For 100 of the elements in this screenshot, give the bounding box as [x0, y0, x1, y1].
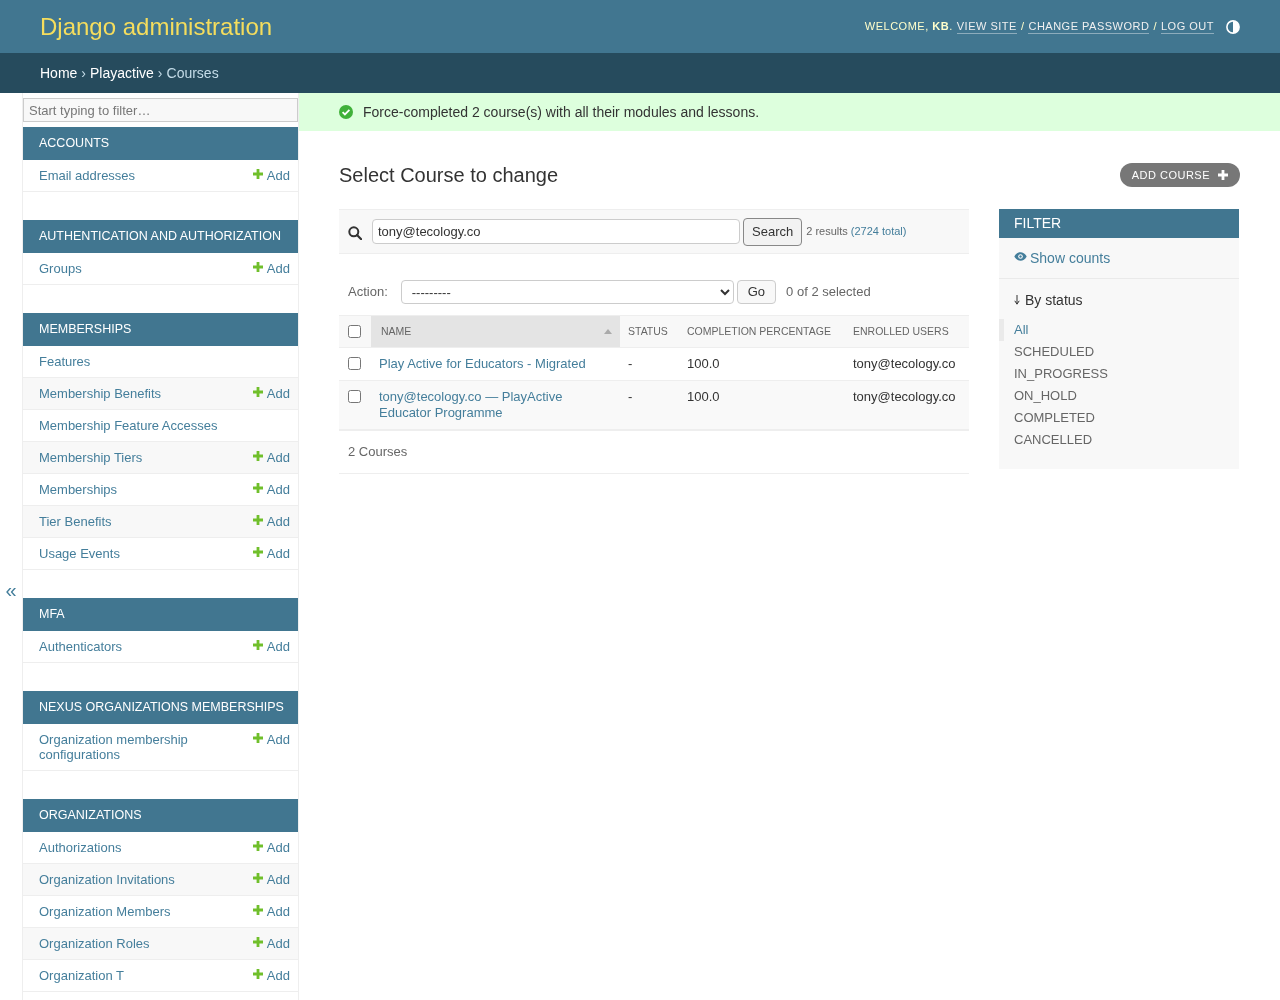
select-all-checkbox[interactable] — [348, 325, 361, 338]
action-select[interactable]: --------- — [400, 280, 734, 304]
row-checkbox[interactable] — [348, 390, 361, 403]
column-header[interactable]: NAME — [371, 315, 620, 348]
filter-choice[interactable]: ON_HOLD — [999, 385, 1239, 407]
plus-icon — [252, 873, 263, 883]
sidebar-link[interactable]: Membership Benefits — [39, 386, 162, 401]
sidebar-link[interactable]: Organization Roles — [39, 936, 150, 951]
separator-text: / — [1153, 19, 1157, 35]
search-field[interactable]: tony@tecology.co — [372, 219, 740, 244]
breadcrumb-link[interactable]: Playactive — [90, 62, 154, 84]
plus-icon — [252, 515, 263, 525]
breadcrumb-current: Courses — [166, 63, 219, 83]
breadcrumb-link[interactable]: Home — [40, 62, 78, 84]
plus-icon — [252, 547, 263, 557]
eye-icon — [1014, 251, 1027, 261]
module-caption: MEMBERSHIPS — [23, 313, 298, 346]
plus-icon — [252, 969, 263, 979]
show-all-link[interactable]: (2724 total) — [850, 223, 907, 240]
add-link[interactable]: Add — [252, 261, 290, 276]
add-link[interactable]: Add — [252, 840, 290, 855]
plus-icon — [252, 483, 263, 493]
add-link[interactable]: Add — [252, 639, 290, 654]
sidebar-link[interactable]: Organization Invitations — [39, 872, 175, 887]
breadcrumb-separator: › — [81, 63, 87, 83]
plus-icon — [252, 841, 263, 851]
table-cell: tony@tecology.co — [845, 380, 969, 430]
add-link[interactable]: Add — [252, 872, 290, 887]
go-button[interactable]: Go — [736, 280, 777, 304]
welcome-text: WELCOME, KB. — [864, 19, 953, 35]
add-link[interactable]: Add — [252, 482, 290, 497]
table-cell: 100.0 — [679, 380, 845, 430]
sidebar-link[interactable]: Groups — [39, 261, 82, 276]
sidebar-link[interactable]: Organization membership configurations — [39, 732, 239, 762]
filter-choice[interactable]: CANCELLED — [999, 429, 1239, 451]
filter-choice[interactable]: IN_PROGRESS — [999, 363, 1239, 385]
table-cell: 100.0 — [679, 347, 845, 381]
sidebar-link[interactable]: Organization Members — [39, 904, 171, 919]
module-caption: NEXUS ORGANIZATIONS MEMBERSHIPS — [23, 691, 298, 724]
breadcrumb-separator: › — [157, 63, 163, 83]
plus-icon — [252, 905, 263, 915]
plus-icon — [1218, 170, 1228, 180]
filter-choice[interactable]: SCHEDULED — [999, 341, 1239, 363]
plus-icon — [252, 451, 263, 461]
table-cell: - — [620, 380, 679, 430]
page-title: Select Course to change — [339, 163, 559, 187]
filter-title: FILTER — [999, 209, 1239, 238]
sidebar-link[interactable]: Tier Benefits — [39, 514, 112, 529]
sidebar-link[interactable]: Memberships — [39, 482, 118, 497]
sidebar-filter-field[interactable]: Start typing to filter… — [23, 98, 298, 122]
add-link[interactable]: Add — [252, 936, 290, 951]
sidebar-link[interactable]: Email addresses — [39, 168, 136, 183]
row-checkbox[interactable] — [348, 357, 361, 370]
filter-group-toggle[interactable]: By status — [999, 289, 1239, 311]
result-count: 2 results — [806, 224, 848, 240]
filter-choice[interactable]: COMPLETED — [999, 407, 1239, 429]
course-link[interactable]: tony@tecology.co — PlayActive Educator Programme — [379, 389, 612, 421]
action-label: Action: — [348, 283, 388, 302]
add-link[interactable]: Add — [252, 450, 290, 465]
module-caption: MFA — [23, 598, 298, 631]
sidebar-link[interactable]: Membership Tiers — [39, 450, 143, 465]
message-text: Force-completed 2 course(s) with all their modules and lessons. — [363, 102, 760, 122]
add-link[interactable]: Add — [252, 168, 290, 183]
add-link[interactable]: Add — [252, 968, 290, 983]
search-button[interactable]: Search — [743, 217, 803, 246]
sidebar-link[interactable]: Authorizations — [39, 840, 122, 855]
header-link[interactable]: LOG OUT — [1161, 19, 1214, 34]
header-link[interactable]: VIEW SITE — [956, 19, 1017, 34]
down-arrow-icon — [1014, 295, 1020, 305]
module-caption: AUTHENTICATION AND AUTHORIZATION — [23, 220, 298, 253]
sidebar-link[interactable]: Authenticators — [39, 639, 123, 654]
sidebar-link[interactable]: Organization T — [39, 968, 125, 983]
result-total: 2 Courses — [348, 443, 408, 462]
sidebar-link[interactable]: Usage Events — [39, 546, 120, 561]
plus-icon — [252, 387, 263, 397]
course-link[interactable]: Play Active for Educators - Migrated — [379, 356, 612, 372]
search-icon — [348, 225, 362, 240]
selection-counter: 0 of 2 selected — [786, 283, 871, 302]
column-header[interactable]: ENROLLED USERS — [845, 315, 969, 348]
add-link[interactable]: Add — [252, 546, 290, 561]
plus-icon — [252, 169, 263, 179]
module-caption: ORGANIZATIONS — [23, 799, 298, 832]
module-caption: ACCOUNTS — [23, 127, 298, 160]
theme-toggle-icon[interactable] — [1226, 19, 1240, 34]
header-link[interactable]: CHANGE PASSWORD — [1028, 19, 1150, 34]
column-header[interactable]: STATUS — [620, 315, 679, 348]
plus-icon — [252, 733, 263, 743]
add-link[interactable]: Add — [252, 514, 290, 529]
table-cell: tony@tecology.co — [845, 347, 969, 381]
site-title[interactable]: Django administration — [40, 11, 273, 42]
sidebar-link[interactable]: Features — [39, 354, 91, 369]
add-link[interactable]: Add — [252, 732, 290, 747]
plus-icon — [252, 937, 263, 947]
show-counts-link[interactable]: Show counts — [1014, 247, 1111, 269]
column-header[interactable]: COMPLETION PERCENTAGE — [679, 315, 845, 348]
filter-choice[interactable]: All — [999, 319, 1239, 341]
add-link[interactable]: Add — [252, 904, 290, 919]
add-course-button[interactable]: ADD COURSE — [1119, 163, 1240, 187]
add-link[interactable]: Add — [252, 386, 290, 401]
sidebar-link[interactable]: Membership Feature Accesses — [39, 418, 218, 433]
